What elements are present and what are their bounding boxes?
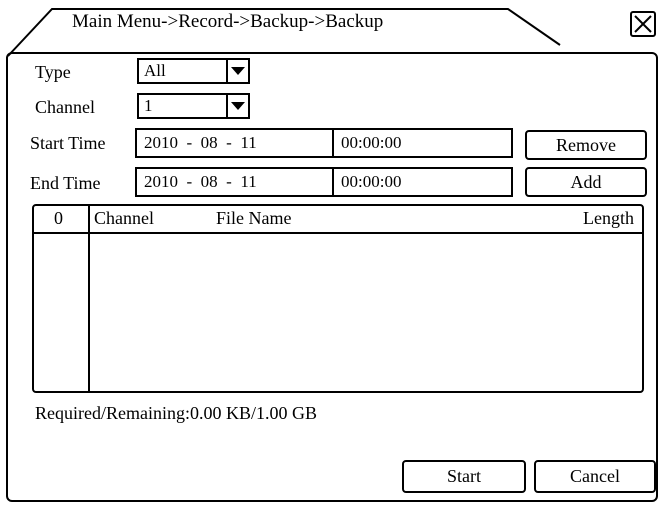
type-select[interactable]: All [137, 58, 250, 84]
end-time-field[interactable]: 00:00:00 [332, 167, 513, 197]
channel-label: Channel [35, 97, 95, 117]
close-button[interactable] [630, 11, 656, 37]
remove-button[interactable]: Remove [525, 130, 647, 160]
column-header-file-name[interactable]: File Name [216, 208, 291, 229]
add-button[interactable]: Add [525, 167, 647, 197]
end-time-label: End Time [30, 173, 101, 193]
start-button[interactable]: Start [402, 460, 526, 493]
start-date-field[interactable]: 2010 - 08 - 11 [135, 128, 334, 158]
start-time-label: Start Time [30, 133, 106, 153]
file-table[interactable]: 0 Channel File Name Length [32, 204, 644, 393]
chevron-down-icon [228, 95, 248, 117]
channel-select-value: 1 [139, 95, 228, 117]
type-label: Type [35, 62, 71, 82]
cancel-button[interactable]: Cancel [534, 460, 656, 493]
table-header-divider [34, 232, 642, 234]
table-column-divider [88, 206, 90, 391]
chevron-down-icon [228, 60, 248, 82]
start-time-field[interactable]: 00:00:00 [332, 128, 513, 158]
close-x-icon [630, 11, 656, 37]
column-header-index[interactable]: 0 [54, 208, 63, 229]
end-date-field[interactable]: 2010 - 08 - 11 [135, 167, 334, 197]
column-header-length[interactable]: Length [583, 208, 634, 229]
required-remaining-text: Required/Remaining:0.00 KB/1.00 GB [35, 403, 317, 423]
column-header-channel[interactable]: Channel [94, 208, 154, 229]
window-title: Main Menu->Record->Backup->Backup [72, 11, 384, 32]
type-select-value: All [139, 60, 228, 82]
channel-select[interactable]: 1 [137, 93, 250, 119]
